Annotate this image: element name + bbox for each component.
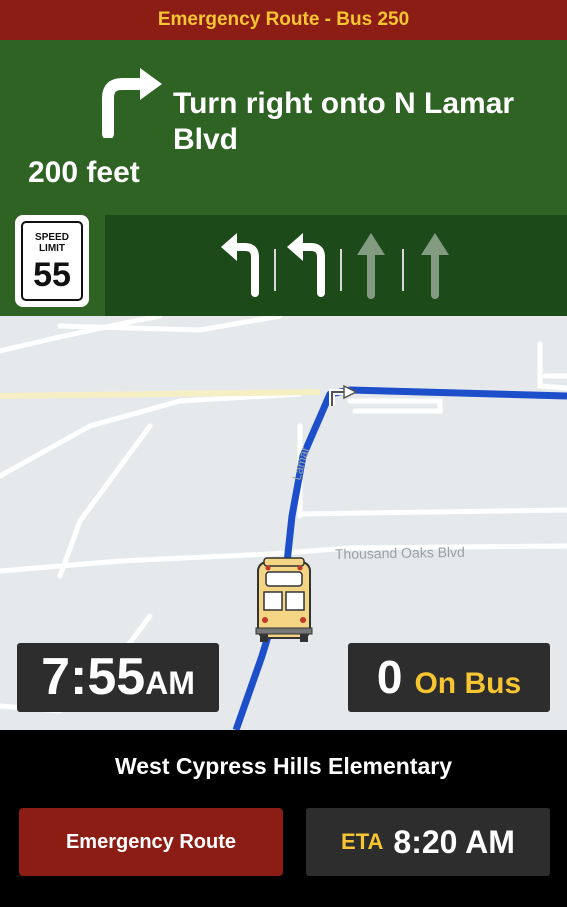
riders-count: 0 bbox=[376, 651, 403, 703]
riders-on-bus-panel: 0 On Bus bbox=[348, 643, 550, 712]
street-label-thousand-oaks: Thousand Oaks Blvd bbox=[335, 544, 465, 562]
footer-panel: West Cypress Hills Elementary Emergency … bbox=[0, 730, 567, 907]
current-time: 7:55 bbox=[41, 648, 146, 706]
turn-left-lane-arrow-icon bbox=[231, 243, 259, 297]
straight-lane-arrow-icon bbox=[357, 233, 385, 299]
riders-label: On Bus bbox=[414, 667, 522, 700]
lane-guidance bbox=[105, 215, 567, 316]
turn-instruction: Turn right onto N Lamar Blvd bbox=[173, 87, 515, 156]
turn-left-lane-arrow-head-icon bbox=[221, 233, 237, 261]
map-view[interactable]: Thousand Oaks Blvd Lamar 7:55 AM 0 On Bu… bbox=[0, 316, 567, 730]
header-bar: Emergency Route - Bus 250 bbox=[0, 0, 567, 40]
turn-left-lane-arrow-icon bbox=[297, 243, 325, 297]
turn-left-lane-arrow-head-icon bbox=[287, 233, 303, 261]
speed-limit-sign: SPEED LIMIT 55 bbox=[15, 215, 89, 307]
lane-guidance-graphic bbox=[221, 233, 449, 299]
eta-panel: ETA 8:20 AM bbox=[306, 808, 550, 876]
emergency-route-button[interactable]: Emergency Route bbox=[19, 808, 283, 876]
eta-label: ETA bbox=[341, 829, 384, 854]
eta-time: 8:20 AM bbox=[393, 823, 515, 860]
speed-limit-label-1: SPEED bbox=[35, 232, 69, 243]
turn-right-arrow-icon bbox=[102, 68, 162, 138]
current-time-panel: 7:55 AM bbox=[17, 643, 219, 712]
route-title: Emergency Route - Bus 250 bbox=[157, 9, 410, 30]
school-bus-icon bbox=[255, 557, 313, 642]
distance-to-turn: 200 feet bbox=[28, 156, 140, 189]
speed-limit-label-2: LIMIT bbox=[38, 243, 66, 254]
straight-lane-arrow-icon bbox=[421, 233, 449, 299]
speed-limit-value: 55 bbox=[33, 256, 71, 294]
current-time-suffix: AM bbox=[145, 665, 195, 701]
destination-name: West Cypress Hills Elementary bbox=[114, 753, 453, 779]
